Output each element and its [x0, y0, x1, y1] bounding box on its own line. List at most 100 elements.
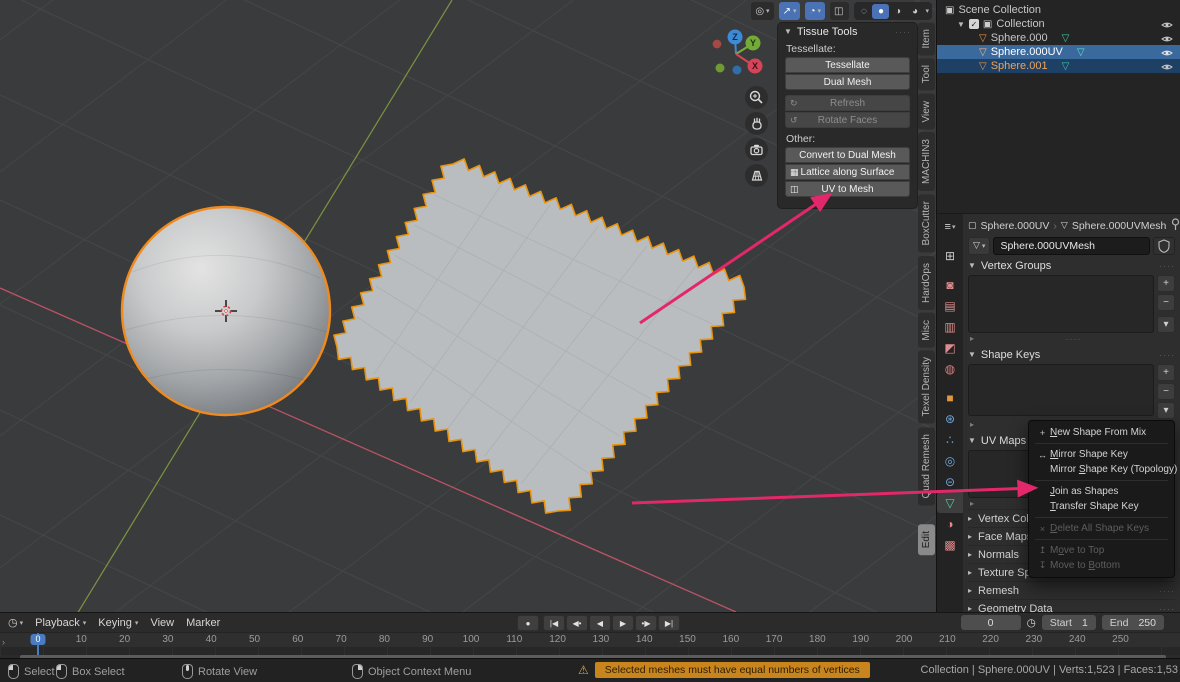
- jump-to-start-button[interactable]: |◀: [543, 615, 565, 631]
- fake-user-shield-button[interactable]: [1153, 237, 1175, 255]
- next-keyframe-button[interactable]: •▶: [635, 615, 657, 631]
- navigation-gizmo[interactable]: Z Y X: [704, 24, 768, 91]
- datablock-name-field[interactable]: Sphere.000UVMesh: [993, 237, 1150, 255]
- shape-keys-panel-header[interactable]: ▼ Shape Keys ····: [968, 347, 1175, 362]
- start-frame-field[interactable]: Start 1: [1042, 615, 1096, 630]
- 3d-viewport[interactable]: ◎ ▾ ↗ ▾ ◔ ▾ ◫ ◌ ●: [0, 0, 936, 612]
- sidebar-tab[interactable]: View: [918, 94, 935, 130]
- shading-mode-button[interactable]: ●: [872, 4, 889, 19]
- zoom-button[interactable]: [745, 86, 768, 109]
- convert-to-dual-mesh-button[interactable]: Convert to Dual Mesh: [785, 147, 910, 163]
- properties-tab[interactable]: ◑: [937, 513, 963, 534]
- vertex-groups-list[interactable]: [968, 275, 1154, 333]
- context-menu-item[interactable]: Transfer Shape Key: [1029, 499, 1174, 514]
- properties-tab[interactable]: ◙: [937, 274, 963, 295]
- properties-tab[interactable]: ▩: [937, 534, 963, 555]
- add-button[interactable]: +: [1157, 364, 1175, 381]
- add-button[interactable]: +: [1157, 275, 1175, 292]
- properties-tab[interactable]: ▤: [937, 295, 963, 316]
- context-menu-item[interactable]: [1035, 443, 1168, 444]
- properties-tab[interactable]: ⊝: [937, 471, 963, 492]
- properties-tab[interactable]: ◎: [937, 450, 963, 471]
- drag-grip-icon[interactable]: ····: [895, 27, 911, 37]
- timeline-editor-type-button[interactable]: ◷ ▾: [8, 616, 23, 629]
- list-filter-row[interactable]: ▸ ····: [968, 333, 1175, 344]
- viewport-header-button[interactable]: ◔ ▾: [805, 2, 825, 20]
- sidebar-tab[interactable]: Edit: [918, 524, 935, 555]
- sidebar-tab[interactable]: Item: [918, 22, 935, 55]
- expand-arrow-icon[interactable]: ▼: [957, 20, 965, 29]
- shading-mode-button[interactable]: ◑: [889, 4, 906, 19]
- sidebar-tab[interactable]: MACHIN3: [918, 132, 935, 191]
- vertex-groups-panel-header[interactable]: ▼ Vertex Groups ····: [968, 258, 1175, 273]
- play-button[interactable]: ▶: [612, 615, 634, 631]
- context-menu-item[interactable]: [1035, 480, 1168, 481]
- tissue-panel-header[interactable]: ▼ Tissue Tools ····: [778, 23, 917, 40]
- sidebar-tab[interactable]: Misc: [918, 313, 935, 348]
- shape-key-specials-menu-button[interactable]: ▾: [1157, 402, 1175, 419]
- specials-menu-button[interactable]: ▾: [1157, 316, 1175, 333]
- play-reverse-button[interactable]: ◀: [589, 615, 611, 631]
- outliner-row-sphere-000uv[interactable]: ▽ Sphere.000UV ▽: [937, 45, 1180, 59]
- remove-button[interactable]: −: [1157, 383, 1175, 400]
- context-menu-item[interactable]: × Delete All Shape Keys: [1029, 521, 1174, 536]
- current-frame-field[interactable]: 0: [961, 615, 1021, 630]
- collection-checkbox[interactable]: ✓: [969, 19, 979, 29]
- menu-marker[interactable]: Marker: [186, 617, 220, 629]
- outliner-row-sphere-001[interactable]: ▽ Sphere.001 ▽: [937, 59, 1180, 73]
- outliner-row-scene-collection[interactable]: ▣ Scene Collection: [937, 3, 1180, 17]
- shading-mode-button[interactable]: ◕: [906, 4, 923, 19]
- end-frame-field[interactable]: End 250: [1102, 615, 1164, 630]
- context-menu-item[interactable]: + New Shape From Mix: [1029, 425, 1174, 440]
- drag-grip-icon[interactable]: ····: [1159, 350, 1175, 360]
- viewport-header-button[interactable]: ↗ ▾: [779, 2, 801, 20]
- context-menu-item[interactable]: ↔ Mirror Shape Key: [1029, 447, 1174, 462]
- prev-keyframe-button[interactable]: ◀•: [566, 615, 588, 631]
- context-menu-item[interactable]: ↧ Move to Bottom: [1029, 558, 1174, 573]
- context-menu-item[interactable]: ↥ Move to Top: [1029, 543, 1174, 558]
- properties-tab[interactable]: ▽: [937, 492, 963, 513]
- context-menu-item[interactable]: [1035, 517, 1168, 518]
- menu-view[interactable]: View: [150, 617, 174, 629]
- context-menu-item[interactable]: [1035, 539, 1168, 540]
- dual-mesh-button[interactable]: Dual Mesh: [785, 74, 910, 90]
- tessellate-button[interactable]: Tessellate: [785, 57, 910, 73]
- pan-hand-button[interactable]: [745, 112, 768, 135]
- lattice-along-surface-button[interactable]: ▦ Lattice along Surface: [785, 164, 910, 180]
- mesh-datablock-selector[interactable]: ▽ ▾: [968, 237, 990, 255]
- sidebar-tab[interactable]: Quad Remesh: [918, 427, 935, 505]
- properties-tab[interactable]: ▥: [937, 316, 963, 337]
- properties-tab[interactable]: ∴: [937, 429, 963, 450]
- timeline-ruler[interactable]: 1020304050607080901001101201301401501601…: [0, 632, 1180, 647]
- sidebar-tab[interactable]: Texel Density: [918, 350, 935, 423]
- menu-playback[interactable]: Playback ▾: [35, 617, 86, 629]
- outliner-row-sphere-000[interactable]: ▽ Sphere.000 ▽: [937, 31, 1180, 45]
- drag-grip-icon[interactable]: ····: [1159, 261, 1175, 271]
- perspective-toggle-button[interactable]: [745, 164, 768, 187]
- current-frame-badge[interactable]: 0: [30, 634, 45, 645]
- context-menu-item[interactable]: Mirror Shape Key (Topology): [1029, 462, 1174, 477]
- collapsed-panel-header[interactable]: ▸ Remesh ····: [968, 581, 1175, 599]
- viewport-header-button[interactable]: ◎ ▾: [751, 2, 773, 20]
- sidebar-tab[interactable]: HardOps: [918, 256, 935, 310]
- viewport-header-button[interactable]: ◫: [830, 2, 849, 20]
- eye-visibility-icon[interactable]: [1161, 62, 1173, 74]
- pin-icon[interactable]: [1170, 218, 1180, 234]
- record-button[interactable]: ●: [517, 615, 539, 631]
- shape-keys-list[interactable]: [968, 364, 1154, 416]
- sidebar-tab[interactable]: BoxCutter: [918, 194, 935, 252]
- properties-tab[interactable]: ⊞: [937, 245, 963, 266]
- context-menu-item[interactable]: Join as Shapes: [1029, 484, 1174, 499]
- properties-tab[interactable]: ■: [937, 387, 963, 408]
- properties-tab[interactable]: ⊛: [937, 408, 963, 429]
- rotate-faces-button[interactable]: ↺ Rotate Faces: [785, 112, 910, 128]
- uv-to-mesh-button[interactable]: ◫ UV to Mesh: [785, 181, 910, 197]
- jump-to-end-button[interactable]: ▶|: [658, 615, 680, 631]
- menu-keying[interactable]: Keying ▾: [98, 617, 138, 629]
- panel-expand-arrow-icon[interactable]: ›: [2, 637, 5, 647]
- sidebar-tab[interactable]: Tool: [918, 58, 935, 90]
- timeline-track[interactable]: [0, 647, 1180, 655]
- outliner-row-collection[interactable]: ▼ ✓ ▣ Collection: [937, 17, 1180, 31]
- properties-tab[interactable]: ◩: [937, 337, 963, 358]
- refresh-button[interactable]: ↻ Refresh: [785, 95, 910, 111]
